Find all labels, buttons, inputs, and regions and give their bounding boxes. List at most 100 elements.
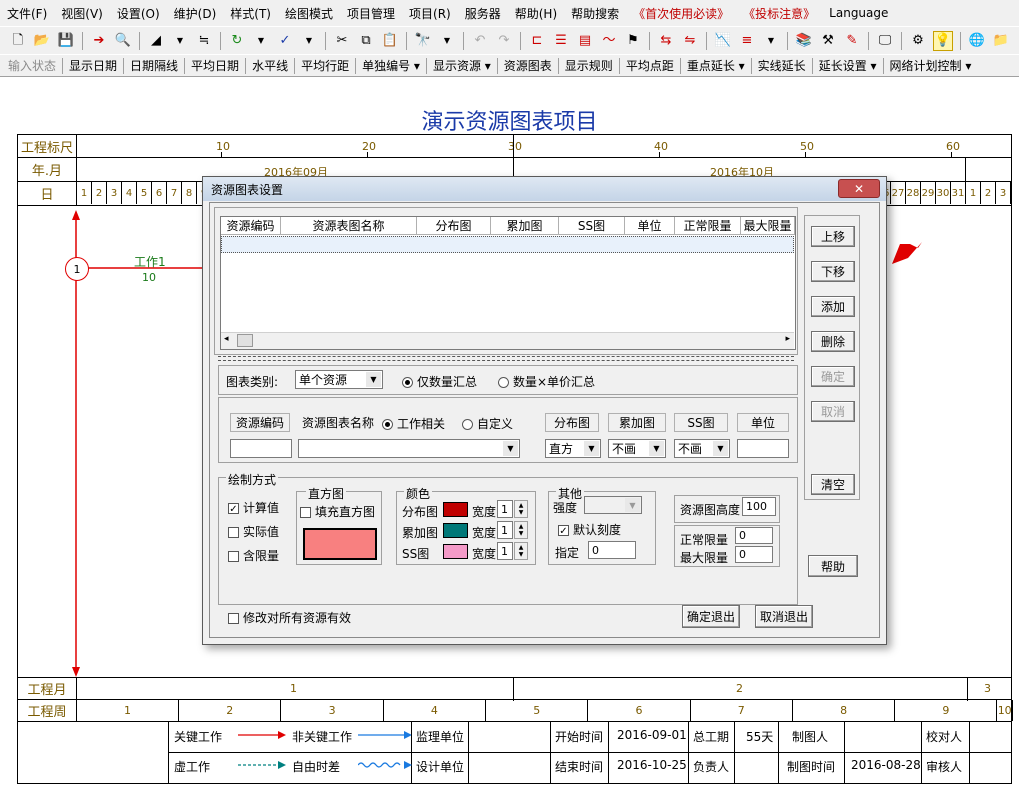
resource-code-input[interactable] [230, 439, 292, 458]
radio-work-related[interactable]: 工作相关 [382, 415, 445, 432]
horizontal-scrollbar[interactable]: ◂ ▸ [221, 332, 794, 349]
menu-maintain[interactable]: 维护(D) [167, 5, 224, 22]
add-button[interactable]: 添加 [811, 296, 855, 317]
print-preview-icon[interactable]: 🔍 [114, 32, 132, 50]
settings-icon[interactable]: ⚙ [909, 32, 927, 50]
find-icon[interactable]: 🔭 [414, 32, 432, 50]
dropdown-arrow-icon[interactable]: ▼ [762, 32, 780, 50]
bar-split-icon[interactable]: ☰ [552, 32, 570, 50]
menu-draw-mode[interactable]: 绘图模式 [278, 5, 340, 22]
column-header[interactable]: 最大限量 [741, 217, 795, 235]
ss-chart-select[interactable]: 不画 ▼ [674, 439, 730, 458]
ss-width-input[interactable]: 1 [497, 542, 513, 560]
task-name[interactable]: 工作1 [134, 253, 166, 270]
menu-settings[interactable]: 设置(O) [110, 5, 167, 22]
horizontal-line-button[interactable]: 水平线 [248, 57, 292, 74]
menu-bid-notes[interactable]: 《投标注意》 [736, 5, 822, 22]
cum-chart-select[interactable]: 不画 ▼ [608, 439, 666, 458]
input-state-button[interactable]: 输入状态 [4, 57, 60, 74]
apply-all-checkbox[interactable]: 修改对所有资源有效 [228, 609, 351, 626]
solid-extend-button[interactable]: 实线延长 [754, 57, 810, 74]
tools-icon[interactable]: ⚒ [819, 32, 837, 50]
scroll-right-icon[interactable]: ▸ [785, 334, 790, 344]
unlink-icon[interactable]: ⇋ [681, 32, 699, 50]
include-limit-checkbox[interactable]: 含限量 [228, 547, 279, 564]
undo-icon[interactable]: ↶ [471, 32, 489, 50]
menu-language[interactable]: Language [822, 6, 895, 20]
dist-width-input[interactable]: 1 [497, 500, 513, 518]
chart-type-select[interactable]: 单个资源 ▼ [295, 370, 383, 389]
close-icon[interactable]: ✕ [838, 179, 880, 198]
align-icon[interactable]: ≡ [738, 32, 756, 50]
dist-chart-select[interactable]: 直方 ▼ [545, 439, 601, 458]
menu-server[interactable]: 服务器 [458, 5, 508, 22]
average-point-spacing-button[interactable]: 平均点距 [622, 57, 678, 74]
move-down-button[interactable]: 下移 [811, 261, 855, 282]
help-button[interactable]: 帮助 [808, 555, 858, 577]
specify-input[interactable]: 0 [588, 541, 636, 559]
cum-color-swatch[interactable] [443, 523, 468, 538]
show-rules-button[interactable]: 显示规则 [561, 57, 617, 74]
menu-style[interactable]: 样式(T) [223, 5, 278, 22]
export-icon[interactable]: ➔ [90, 32, 108, 50]
resource-list[interactable]: 资源编码 资源表图名称 分布图 累加图 SS图 单位 正常限量 最大限量 ◂ ▸ [220, 216, 796, 350]
average-date-button[interactable]: 平均日期 [187, 57, 243, 74]
monitor-icon[interactable]: 🖵 [876, 32, 894, 50]
dropdown-arrow-icon[interactable]: ▼ [300, 32, 318, 50]
default-scale-checkbox[interactable]: ✓ 默认刻度 [558, 521, 621, 538]
list-item[interactable] [221, 236, 794, 253]
radio-quantity-only[interactable]: 仅数量汇总 [402, 373, 477, 390]
globe-icon[interactable]: 🌐 [968, 32, 986, 50]
cut-icon[interactable]: ✂ [333, 32, 351, 50]
radio-quantity-price[interactable]: 数量×单价汇总 [498, 373, 595, 390]
curve-icon[interactable]: 〜 [600, 32, 618, 50]
dropdown-arrow-icon[interactable]: ▼ [171, 32, 189, 50]
folder-icon[interactable]: 📁 [992, 32, 1010, 50]
resource-height-input[interactable]: 100 [742, 497, 776, 516]
link-icon[interactable]: ⇆ [657, 32, 675, 50]
refresh-icon[interactable]: ↻ [228, 32, 246, 50]
dropdown-arrow-icon[interactable]: ▼ [438, 32, 456, 50]
separate-numbering-dropdown[interactable]: 单独编号 ▾ [358, 57, 424, 74]
move-up-button[interactable]: 上移 [811, 226, 855, 247]
menu-project-mgmt[interactable]: 项目管理 [340, 5, 402, 22]
scroll-left-icon[interactable]: ◂ [224, 334, 229, 344]
clear-button[interactable]: 清空 [811, 474, 855, 495]
show-date-button[interactable]: 显示日期 [65, 57, 121, 74]
extend-settings-dropdown[interactable]: 延长设置 ▾ [815, 57, 881, 74]
menu-view[interactable]: 视图(V) [54, 5, 110, 22]
copy-icon[interactable]: ⧉ [357, 32, 375, 50]
save-icon[interactable]: 💾 [57, 32, 75, 50]
lightbulb-icon[interactable]: 💡 [933, 30, 953, 51]
fill-icon[interactable]: ◢ [147, 32, 165, 50]
max-limit-input[interactable]: 0 [735, 546, 773, 563]
menu-help-search[interactable]: 帮助搜索 [564, 5, 626, 22]
splitter[interactable] [218, 356, 794, 361]
calc-value-checkbox[interactable]: ✓ 计算值 [228, 499, 279, 516]
dist-color-swatch[interactable] [443, 502, 468, 517]
network-plan-control-dropdown[interactable]: 网络计划控制 ▾ [886, 57, 976, 74]
radio-custom[interactable]: 自定义 [462, 415, 513, 432]
confirm-button[interactable]: 确定 [811, 366, 855, 387]
resource-chart-button[interactable]: 资源图表 [500, 57, 556, 74]
paste-icon[interactable]: 📋 [381, 32, 399, 50]
column-header[interactable]: 分布图 [417, 217, 491, 235]
resource-icon[interactable]: ⚑ [624, 32, 642, 50]
books-icon[interactable]: 📚 [795, 32, 813, 50]
histogram-color-swatch[interactable] [303, 528, 377, 560]
ok-exit-button[interactable]: 确定退出 [682, 605, 740, 628]
column-header[interactable]: SS图 [559, 217, 625, 235]
dropdown-arrow-icon[interactable]: ▼ [252, 32, 270, 50]
network-icon[interactable]: ⊏ [528, 32, 546, 50]
column-header[interactable]: 累加图 [491, 217, 559, 235]
cancel-exit-button[interactable]: 取消退出 [755, 605, 813, 628]
column-header[interactable]: 资源表图名称 [281, 217, 417, 235]
actual-value-checkbox[interactable]: 实际值 [228, 523, 279, 540]
show-resource-dropdown[interactable]: 显示资源 ▾ [429, 57, 495, 74]
normal-limit-input[interactable]: 0 [735, 527, 773, 544]
network-node[interactable]: 1 [65, 257, 89, 281]
resource-name-select[interactable]: ▼ [298, 439, 520, 458]
scroll-thumb[interactable] [237, 334, 253, 347]
column-header[interactable]: 单位 [625, 217, 675, 235]
table-icon[interactable]: ▤ [576, 32, 594, 50]
